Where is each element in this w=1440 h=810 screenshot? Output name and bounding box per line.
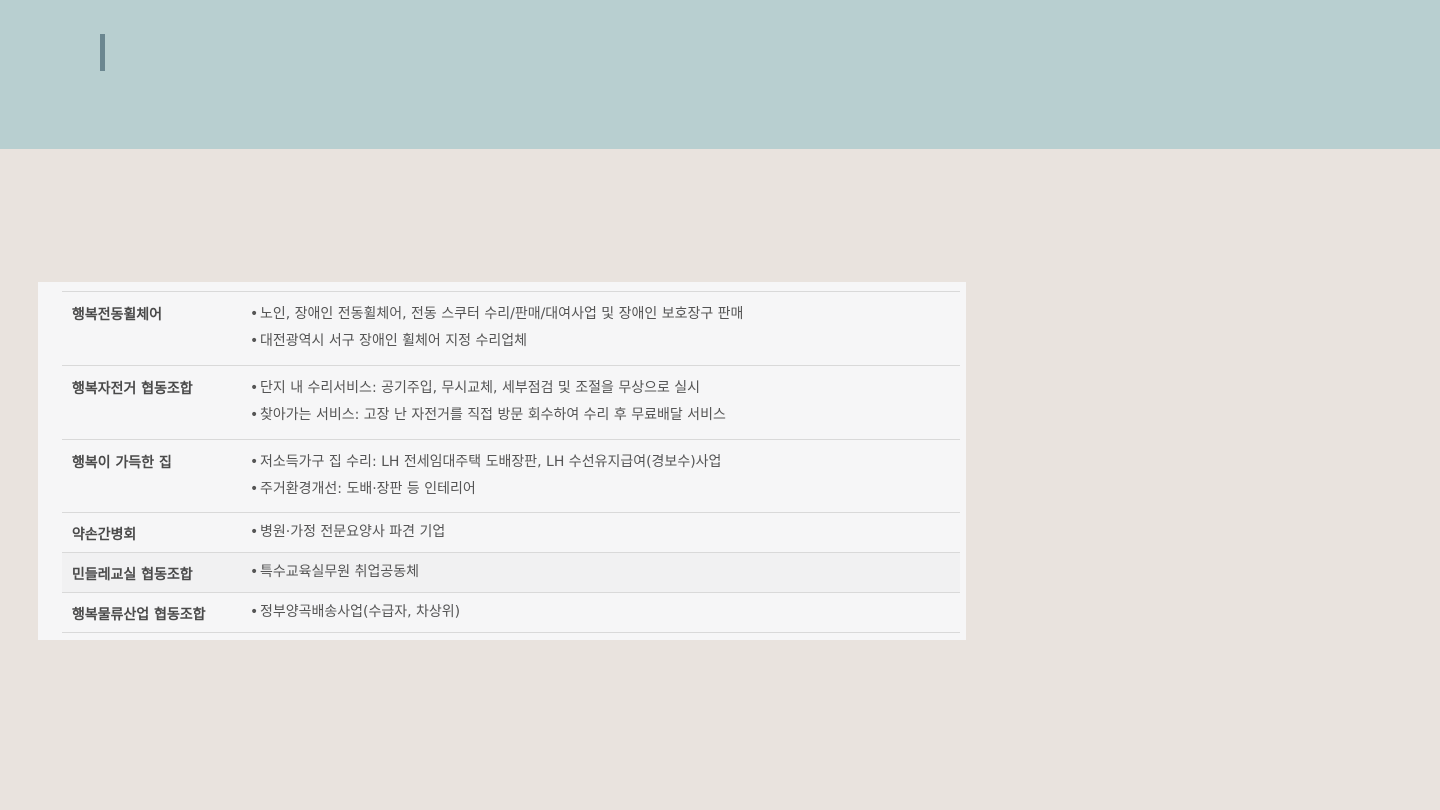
bullet-icon: • xyxy=(250,380,259,396)
list-item: • 노인, 장애인 전동휠체어, 전동 스쿠터 수리/판매/대여사업 및 장애인 … xyxy=(250,306,744,322)
table-row: 행복전동휠체어 • 노인, 장애인 전동휠체어, 전동 스쿠터 수리/판매/대여사… xyxy=(62,292,960,366)
list-item: • 대전광역시 서구 장애인 휠체어 지정 수리업체 xyxy=(250,333,527,349)
org-table: 행복전동휠체어 • 노인, 장애인 전동휠체어, 전동 스쿠터 수리/판매/대여사… xyxy=(62,291,960,633)
list-item: • 병원·가정 전문요양사 파견 기업 xyxy=(250,524,446,540)
bullet-icon: • xyxy=(250,524,259,540)
org-name: 민들레교실 협동조합 xyxy=(72,567,193,583)
bullet-icon: • xyxy=(250,407,259,423)
content-panel: 행복전동휠체어 • 노인, 장애인 전동휠체어, 전동 스쿠터 수리/판매/대여사… xyxy=(38,282,966,640)
bullet-icon: • xyxy=(250,481,259,497)
title-accent-bar xyxy=(100,34,105,71)
org-description: • 저소득가구 집 수리: LH 전세임대주택 도배장판, LH 수선유지급여(경… xyxy=(250,452,721,506)
org-description: • 정부양곡배송사업(수급자, 차상위) xyxy=(250,602,460,629)
header-band xyxy=(0,0,1440,149)
table-row: 행복물류산업 협동조합 • 정부양곡배송사업(수급자, 차상위) xyxy=(62,593,960,633)
list-item: • 저소득가구 집 수리: LH 전세임대주택 도배장판, LH 수선유지급여(경… xyxy=(250,454,722,470)
org-name: 행복이 가득한 집 xyxy=(72,455,172,471)
table-row: 행복자전거 협동조합 • 단지 내 수리서비스: 공기주입, 무시교체, 세부점검… xyxy=(62,366,960,440)
bullet-icon: • xyxy=(250,333,259,349)
list-item: • 특수교육실무원 취업공동체 xyxy=(250,564,420,580)
bullet-icon: • xyxy=(250,306,259,322)
list-item: • 찾아가는 서비스: 고장 난 자전거를 직접 방문 회수하여 수리 후 무료배… xyxy=(250,407,726,423)
table-row: 약손간병회 • 병원·가정 전문요양사 파견 기업 xyxy=(62,513,960,553)
bullet-icon: • xyxy=(250,604,259,620)
org-description: • 단지 내 수리서비스: 공기주입, 무시교체, 세부점검 및 조절을 무상으로… xyxy=(250,378,726,432)
list-item: • 단지 내 수리서비스: 공기주입, 무시교체, 세부점검 및 조절을 무상으로… xyxy=(250,380,701,396)
org-description: • 특수교육실무원 취업공동체 xyxy=(250,562,419,589)
org-name: 행복물류산업 협동조합 xyxy=(72,607,206,623)
org-description: • 병원·가정 전문요양사 파견 기업 xyxy=(250,522,445,549)
table-row: 행복이 가득한 집 • 저소득가구 집 수리: LH 전세임대주택 도배장판, L… xyxy=(62,440,960,513)
org-name: 행복자전거 협동조합 xyxy=(72,381,193,397)
org-name: 약손간병회 xyxy=(72,527,137,543)
table-row: 민들레교실 협동조합 • 특수교육실무원 취업공동체 xyxy=(62,553,960,593)
bullet-icon: • xyxy=(250,564,259,580)
bullet-icon: • xyxy=(250,454,259,470)
list-item: • 정부양곡배송사업(수급자, 차상위) xyxy=(250,604,461,620)
org-name: 행복전동휠체어 xyxy=(72,307,163,323)
org-description: • 노인, 장애인 전동휠체어, 전동 스쿠터 수리/판매/대여사업 및 장애인 … xyxy=(250,304,743,358)
list-item: • 주거환경개선: 도배·장판 등 인테리어 xyxy=(250,481,476,497)
